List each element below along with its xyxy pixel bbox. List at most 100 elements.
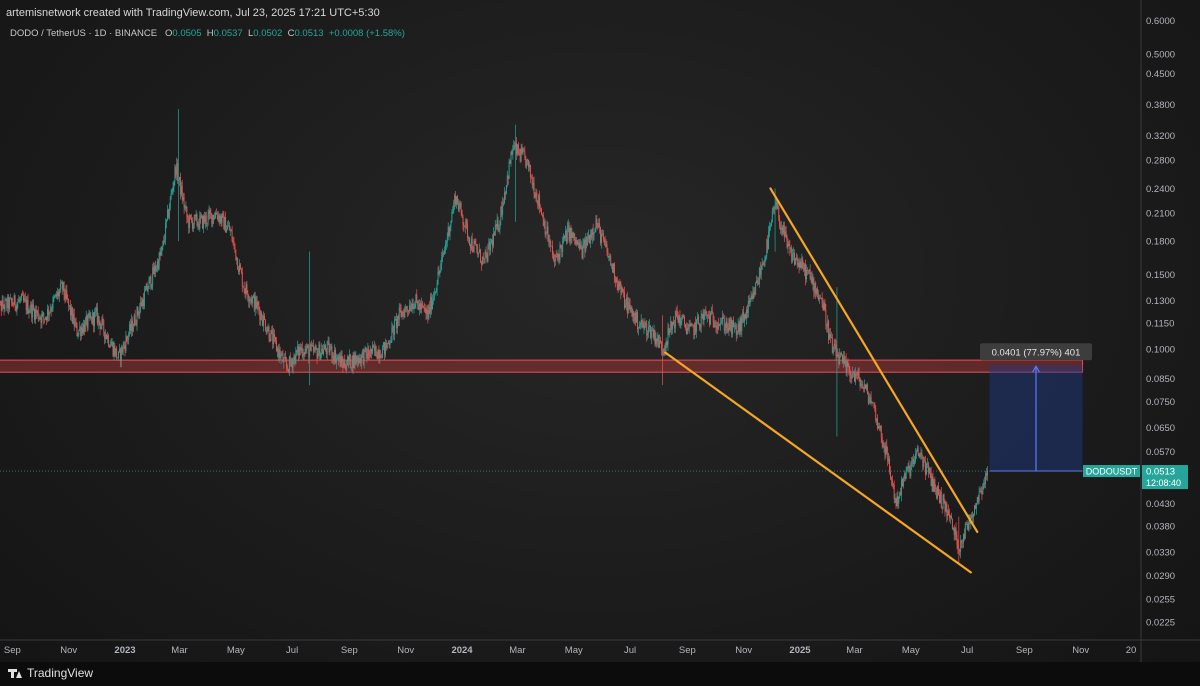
candle-body (474, 240, 476, 245)
candle-body (712, 313, 714, 323)
candle (210, 208, 212, 220)
candle (541, 213, 543, 218)
candle-body (420, 303, 422, 310)
price-chart[interactable]: 0.60000.50000.45000.38000.32000.28000.24… (0, 0, 1200, 686)
candle (136, 306, 138, 331)
candle (904, 472, 906, 482)
candle-body (835, 345, 837, 357)
candle-body (351, 356, 353, 368)
candle (891, 475, 893, 488)
candle (735, 323, 737, 342)
candle-body (228, 225, 230, 231)
candle-body (732, 320, 734, 335)
candle-body (170, 192, 172, 198)
candle-body (862, 384, 864, 388)
candle (392, 323, 394, 333)
candle-body (39, 317, 41, 319)
candle-body (583, 239, 585, 245)
candle (190, 214, 192, 220)
candle-body (900, 492, 902, 496)
candle-body (898, 497, 900, 504)
candle-body (387, 342, 389, 344)
candle-body (526, 159, 528, 167)
candle-body (711, 310, 713, 314)
candle (152, 263, 154, 291)
candle (870, 391, 872, 404)
candle (686, 322, 688, 335)
candle (372, 341, 373, 355)
time-tick-label: 20 (1126, 645, 1137, 656)
candle (653, 324, 655, 342)
candle-body (955, 528, 957, 536)
candle (178, 109, 180, 242)
candle-body (622, 287, 624, 292)
candle (561, 244, 563, 258)
candle (822, 298, 824, 312)
candle (781, 220, 782, 236)
candle (418, 299, 420, 311)
candle (511, 149, 513, 156)
candle-body (886, 445, 888, 453)
candle-body (210, 213, 212, 214)
candle-body (339, 355, 341, 367)
candle (759, 261, 761, 279)
candle (872, 402, 874, 404)
candle (794, 249, 795, 266)
candle-body (553, 259, 555, 262)
candle (745, 306, 747, 325)
candle-body (265, 330, 267, 333)
candle (562, 236, 564, 258)
candle-body (212, 215, 214, 224)
candle-body (926, 463, 928, 465)
candle (171, 187, 173, 195)
candle-body (43, 312, 45, 319)
candle-body (754, 292, 756, 295)
candle (729, 317, 731, 331)
candle (388, 340, 390, 348)
candle-body (577, 242, 579, 245)
candle-body (510, 151, 512, 164)
candle (702, 308, 704, 325)
candle (878, 422, 879, 429)
candle-body (697, 316, 699, 324)
candle (192, 222, 194, 233)
candle-body (125, 336, 127, 351)
candle-body (782, 227, 783, 234)
candle-body (78, 329, 80, 335)
symbol-legend[interactable]: DODO / TetherUS · 1D · BINANCE O0.0505 H… (10, 28, 405, 39)
candle-body (501, 206, 503, 215)
candle (500, 205, 502, 226)
candle (103, 318, 105, 337)
candle (100, 323, 102, 330)
candle-body (601, 233, 602, 244)
candle (911, 457, 913, 471)
tradingview-logo[interactable]: TradingView (8, 666, 93, 680)
candle (932, 472, 934, 492)
candle (581, 245, 583, 260)
candle (149, 276, 151, 284)
candle (429, 300, 431, 315)
candle (824, 298, 826, 312)
candle (431, 292, 433, 315)
candle-body (203, 215, 204, 229)
candle-body (18, 299, 20, 302)
candle-body (627, 302, 629, 314)
candle (652, 328, 654, 340)
candle (751, 293, 753, 300)
candle (488, 237, 490, 250)
candle (915, 449, 917, 459)
candle-body (88, 313, 90, 316)
candle (626, 291, 628, 319)
candle-body (250, 298, 252, 300)
candle-body (982, 484, 984, 494)
candle (24, 292, 26, 303)
candle-body (58, 291, 59, 296)
candle-body (274, 334, 276, 338)
candle (405, 304, 407, 313)
candle (47, 305, 49, 322)
candle-body (666, 341, 668, 345)
candle-body (897, 496, 899, 504)
candle-body (838, 357, 840, 365)
candle (0, 300, 2, 317)
candle (367, 342, 369, 360)
